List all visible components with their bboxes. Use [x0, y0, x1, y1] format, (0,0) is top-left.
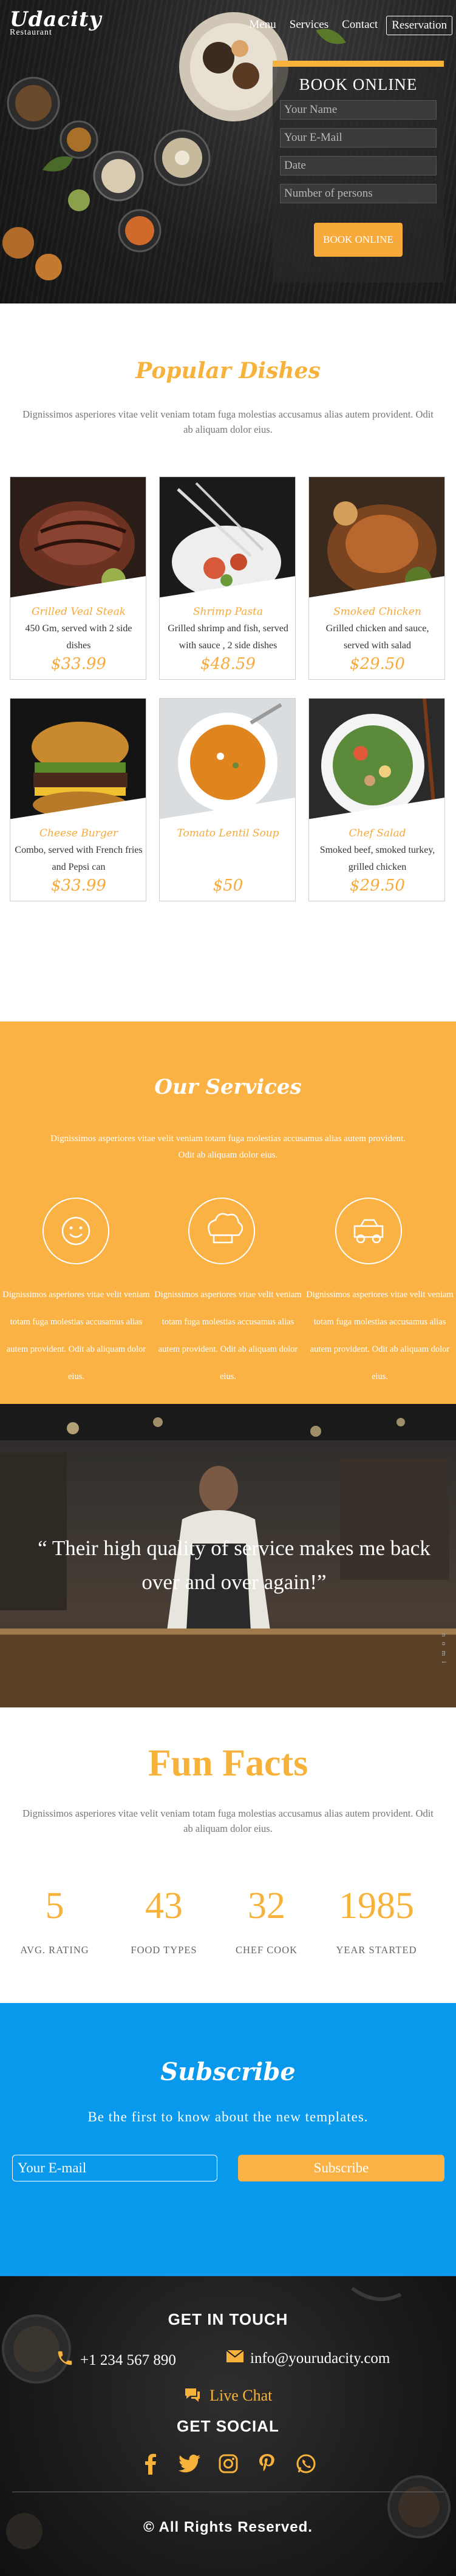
- fact-number: 1985: [339, 1885, 414, 1927]
- twitter-icon[interactable]: [178, 2452, 201, 2475]
- testimonial-section: “ Their high quality of service makes me…: [0, 1404, 456, 1707]
- email-link[interactable]: info@yourudacity.com: [226, 2349, 390, 2368]
- fact-chef-cook: 32 CHEF COOK: [218, 1885, 315, 1956]
- fact-label: FOOD TYPES: [131, 1944, 197, 1956]
- booking-title: BOOK ONLINE: [299, 75, 418, 93]
- testimonial-quote: “ Their high quality of service makes me…: [38, 1536, 430, 1594]
- fact-label: CHEF COOK: [235, 1944, 298, 1956]
- envelope-icon: [226, 2349, 244, 2368]
- service-description: Dignissimos asperiores vitae velit venia…: [306, 1290, 454, 1381]
- dish-price: $33.99: [51, 876, 106, 895]
- email-field[interactable]: [280, 128, 437, 147]
- book-online-button[interactable]: BOOK ONLINE: [314, 223, 403, 257]
- fun-facts-intro: Dignissimos asperiores vitae velit venia…: [22, 1808, 434, 1834]
- subscribe-section: Subscribe Be the first to know about the…: [0, 2003, 456, 2276]
- fact-year-started: 1985 YEAR STARTED: [328, 1885, 425, 1956]
- fact-label: AVG. RATING: [20, 1944, 89, 1956]
- services-section: Our Services Dignissimos asperiores vita…: [0, 1022, 456, 1404]
- copyright: © All Rights Reserved.: [143, 2519, 313, 2535]
- facebook-icon[interactable]: [139, 2452, 162, 2475]
- dish-price: $29.50: [350, 876, 405, 895]
- dish-price: $33.99: [51, 655, 106, 673]
- dish-card[interactable]: Chef Salad Smoked beef, smoked turkey, g…: [308, 698, 445, 901]
- subscribe-title: Subscribe: [160, 2058, 296, 2086]
- brand-logo[interactable]: Udacity Restaurant: [10, 7, 102, 38]
- dish-card[interactable]: Cheese Burger Combo, served with French …: [10, 698, 146, 901]
- date-field[interactable]: [280, 156, 437, 175]
- phone-link[interactable]: +1 234 567 890: [56, 2349, 176, 2371]
- dish-price: $50: [213, 876, 243, 895]
- subscribe-email-input[interactable]: [12, 2155, 217, 2181]
- dish-card[interactable]: Grilled Veal Steak 450 Gm, served with 2…: [10, 476, 146, 680]
- chat-icon: [184, 2387, 201, 2407]
- subscribe-button[interactable]: Subscribe: [238, 2155, 444, 2181]
- dish-name: Cheese Burger: [39, 827, 118, 839]
- service-description: Dignissimos asperiores vitae velit venia…: [154, 1290, 302, 1381]
- dish-price: $29.50: [350, 655, 405, 673]
- social-links: [0, 2452, 456, 2475]
- phone-icon: [56, 2349, 74, 2371]
- name-field[interactable]: [280, 100, 437, 120]
- dish-description: Grilled chicken and sauce, served with s…: [325, 623, 429, 651]
- dish-description: Smoked beef, smoked turkey, grilled chic…: [319, 845, 435, 872]
- subscribe-lead: Be the first to know about the new templ…: [87, 2109, 369, 2124]
- dish-description: Grilled shrimp and fish, served with sau…: [168, 623, 288, 651]
- fact-number: 43: [145, 1885, 183, 1927]
- footer: GET IN TOUCH +1 234 567 890 info@youruda…: [0, 2276, 456, 2576]
- hero-section: Udacity Restaurant Menu Services Contact…: [0, 0, 456, 303]
- dish-name: Grilled Veal Steak: [31, 606, 126, 618]
- service-description: Dignissimos asperiores vitae velit venia…: [2, 1290, 150, 1381]
- fun-facts-title: Fun Facts: [148, 1743, 308, 1784]
- fact-number: 5: [45, 1885, 64, 1927]
- persons-field[interactable]: [280, 184, 437, 203]
- instagram-icon[interactable]: [217, 2452, 240, 2475]
- main-nav: Menu Services Contact Reservation: [244, 16, 452, 35]
- services-intro: Dignissimos asperiores vitae velit venia…: [50, 1134, 406, 1160]
- dish-card[interactable]: Smoked Chicken Grilled chicken and sauce…: [308, 476, 445, 680]
- whatsapp-icon[interactable]: [294, 2452, 318, 2475]
- dish-card[interactable]: Shrimp Pasta Grilled shrimp and fish, se…: [159, 476, 296, 680]
- page: Udacity Restaurant Menu Services Contact…: [0, 0, 456, 2576]
- dish-name: Tomato Lentil Soup: [177, 827, 279, 839]
- fact-rating: 5 AVG. RATING: [6, 1885, 103, 1956]
- nav-services[interactable]: Services: [285, 16, 333, 35]
- pinterest-icon[interactable]: [256, 2452, 279, 2475]
- smiley-icon: [43, 1198, 109, 1264]
- booking-form: BOOK ONLINE BOOK ONLINE: [273, 61, 444, 282]
- live-chat-label: Live Chat: [209, 2387, 273, 2404]
- dish-card[interactable]: Tomato Lentil Soup $50: [159, 698, 296, 901]
- get-social-heading: GET SOCIAL: [177, 2417, 279, 2435]
- nav-menu[interactable]: Menu: [244, 16, 281, 35]
- dish-name: Chef Salad: [349, 827, 406, 839]
- chef-hat-icon: [188, 1198, 255, 1264]
- nav-contact[interactable]: Contact: [337, 16, 383, 35]
- dish-name: Shrimp Pasta: [192, 606, 264, 618]
- services-title: Our Services: [154, 1075, 302, 1099]
- dish-description: Combo, served with French fries and Peps…: [15, 845, 143, 872]
- nav-reservation-button[interactable]: Reservation: [386, 16, 452, 35]
- dish-price: $48.59: [200, 655, 256, 673]
- popular-dishes-title: Popular Dishes: [135, 358, 321, 384]
- delivery-car-icon: [335, 1198, 402, 1264]
- email-address: info@yourudacity.com: [250, 2350, 390, 2367]
- live-chat-link[interactable]: Live Chat: [0, 2387, 456, 2407]
- fact-number: 32: [248, 1885, 285, 1927]
- photo-credit: n o m i: [440, 1633, 447, 1665]
- dish-description: 450 Gm, served with 2 side dishes: [25, 623, 132, 651]
- popular-intro: Dignissimos asperiores vitae velit venia…: [22, 408, 434, 435]
- fact-label: YEAR STARTED: [336, 1944, 417, 1956]
- get-in-touch-heading: GET IN TOUCH: [168, 2310, 288, 2328]
- fact-food-types: 43 FOOD TYPES: [115, 1885, 213, 1956]
- dish-name: Smoked Chicken: [333, 606, 421, 618]
- phone-number: +1 234 567 890: [80, 2351, 176, 2368]
